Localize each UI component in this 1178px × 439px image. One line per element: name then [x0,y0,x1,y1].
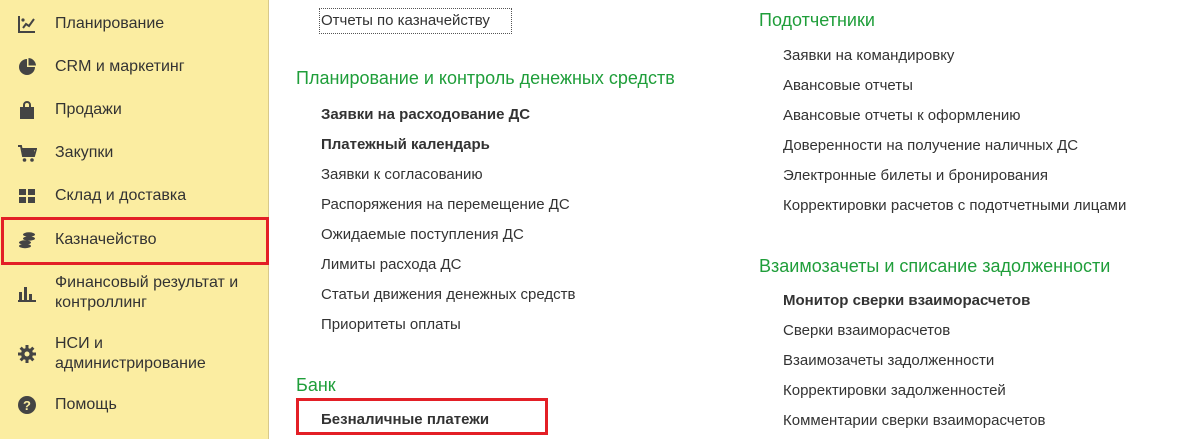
section-title-offsets: Взаимозачеты и списание задолженности [759,256,1111,276]
sidebar-item-purchases[interactable]: Закупки [0,133,269,173]
link-reconciliations[interactable]: Сверки взаиморасчетов [783,322,950,339]
sidebar-item-label: CRM и маркетинг [55,58,185,75]
link-e-tickets-bookings[interactable]: Электронные билеты и бронирования [783,167,1048,184]
svg-text:?: ? [23,398,31,413]
warehouse-grid-icon [17,186,37,206]
link-business-trip-requests[interactable]: Заявки на командировку [783,47,954,64]
sidebar-item-warehouse[interactable]: Склад и доставка [0,176,269,216]
bar-chart-icon [17,283,37,303]
link-advance-reports-to-process[interactable]: Авансовые отчеты к оформлению [783,107,1020,124]
sidebar-item-label: Закупки [55,144,114,161]
shopping-bag-icon [17,100,37,120]
treasury-reports-link[interactable]: Отчеты по казначейству [319,8,512,34]
link-spending-limits[interactable]: Лимиты расхода ДС [321,256,462,273]
sidebar-item-label: Финансовый результат и контроллинг [55,274,239,311]
sidebar-item-label: Планирование [55,15,165,32]
section-title-planning: Планирование и контроль денежных средств [296,68,675,88]
link-cash-flow-items[interactable]: Статьи движения денежных средств [321,286,575,303]
sidebar-item-label: Казначейство [55,231,157,248]
sidebar-item-financial-result[interactable]: Финансовый результат и контроллинг [0,268,269,318]
sidebar-item-label: НСИ и администрирование [55,335,206,372]
sidebar-item-treasury[interactable]: Казначейство [0,220,269,260]
pie-chart-icon [17,57,37,77]
sidebar: Планирование CRM и маркетинг Продажи Зак… [0,0,269,439]
link-debt-adjustments[interactable]: Корректировки задолженностей [783,382,1006,399]
link-transfer-orders[interactable]: Распоряжения на перемещение ДС [321,196,570,213]
planning-icon [17,14,37,34]
link-expected-receipts[interactable]: Ожидаемые поступления ДС [321,226,524,243]
link-accountable-adjustments[interactable]: Корректировки расчетов с подотчетными ли… [783,197,1126,214]
coins-icon [17,230,37,250]
sidebar-item-planning[interactable]: Планирование [0,4,269,44]
sidebar-item-admin[interactable]: НСИ и администрирование [0,329,269,379]
link-reconciliation-comments[interactable]: Комментарии сверки взаиморасчетов [783,412,1045,429]
sidebar-item-label: Помощь [55,396,117,413]
link-cashless-payments[interactable]: Безналичные платежи [321,411,489,428]
sidebar-item-label: Склад и доставка [55,187,187,204]
link-payment-calendar[interactable]: Платежный календарь [321,136,490,153]
link-payment-priorities[interactable]: Приоритеты оплаты [321,316,461,333]
link-reconciliation-monitor[interactable]: Монитор сверки взаиморасчетов [783,292,1030,309]
sidebar-item-label: Продажи [55,101,122,118]
cart-icon [17,143,37,163]
link-cash-powers-of-attorney[interactable]: Доверенности на получение наличных ДС [783,137,1078,154]
section-title-bank: Банк [296,375,336,395]
gear-icon [17,344,37,364]
sidebar-item-help[interactable]: ? Помощь [0,385,269,425]
link-advance-reports[interactable]: Авансовые отчеты [783,77,913,94]
link-debt-offsets[interactable]: Взаимозачеты задолженности [783,352,994,369]
link-expense-requests[interactable]: Заявки на расходование ДС [321,106,530,123]
sidebar-item-sales[interactable]: Продажи [0,90,269,130]
sidebar-item-crm[interactable]: CRM и маркетинг [0,47,269,87]
section-title-accountable: Подотчетники [759,10,875,30]
help-icon: ? [17,395,37,415]
link-requests-for-approval[interactable]: Заявки к согласованию [321,166,483,183]
